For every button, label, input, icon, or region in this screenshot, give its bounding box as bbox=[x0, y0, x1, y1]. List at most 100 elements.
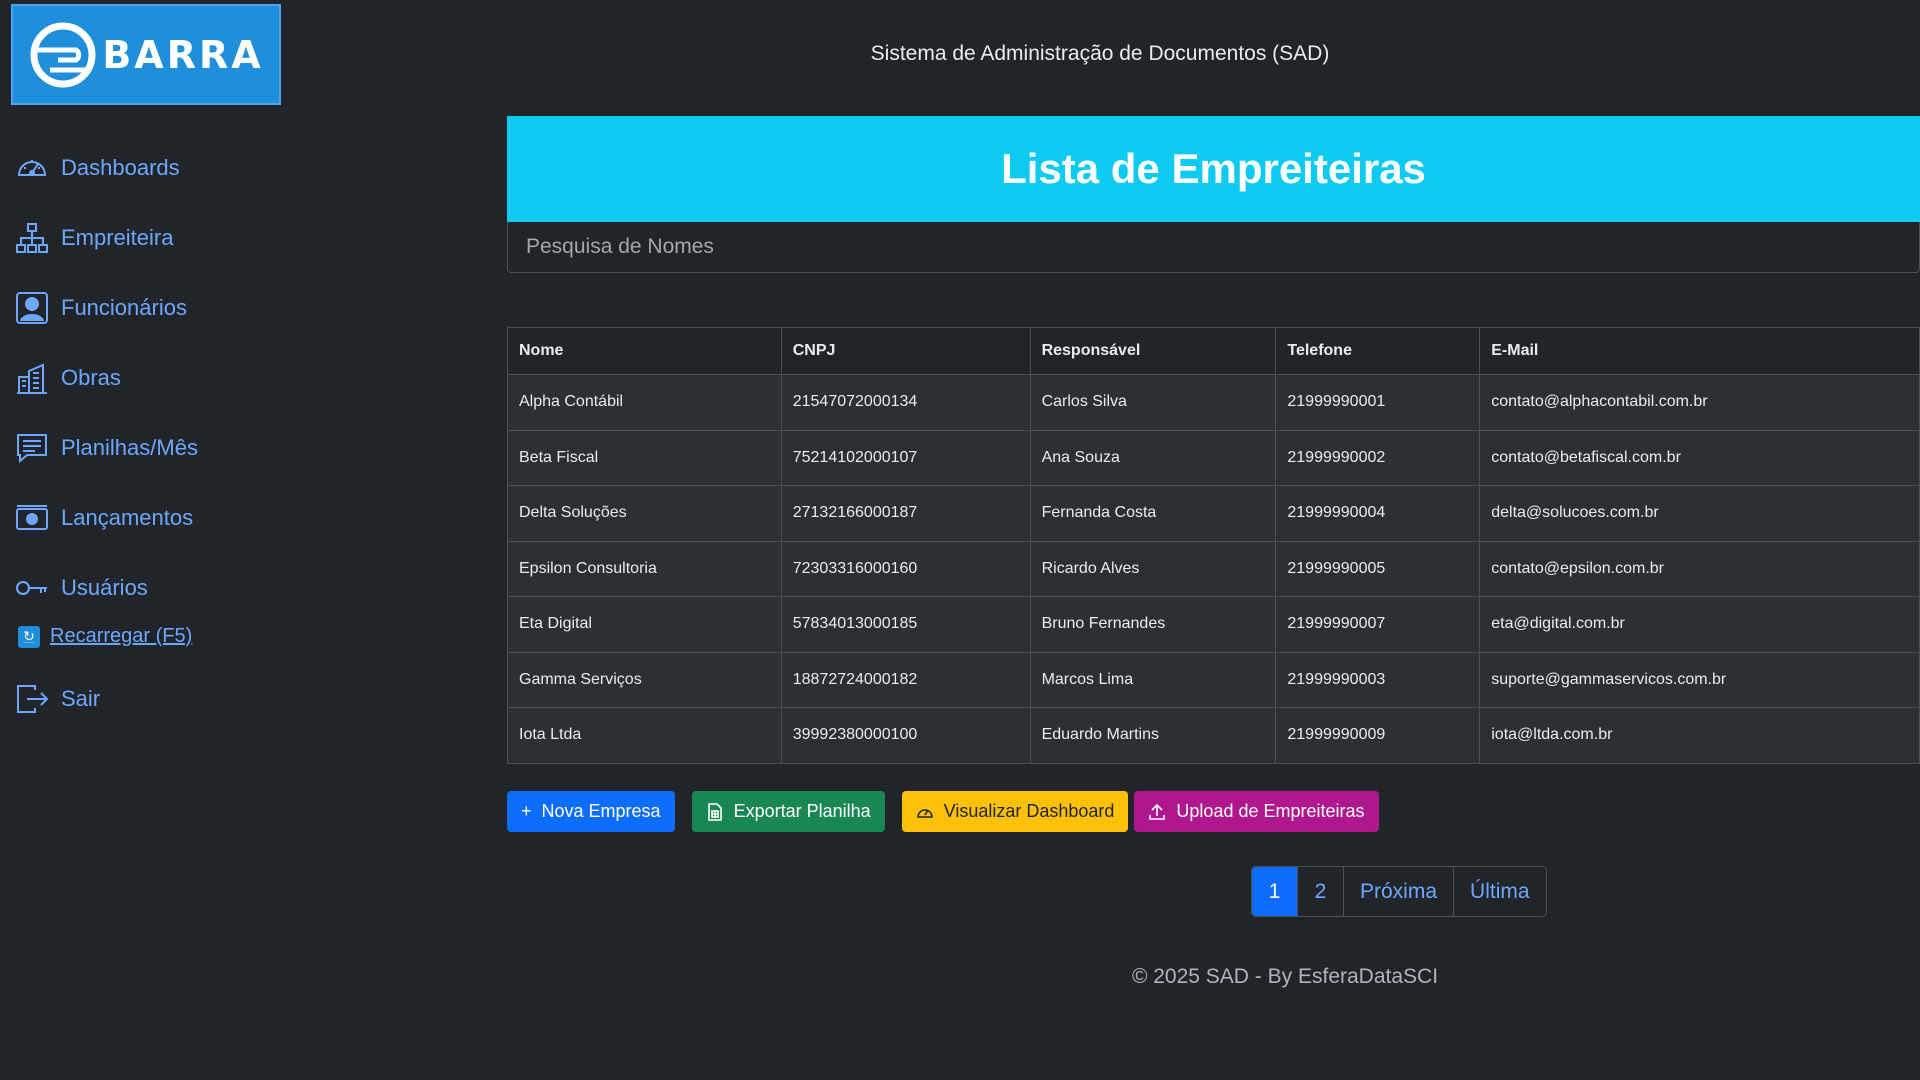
cell-email: contato@betafiscal.com.br bbox=[1479, 429, 1920, 486]
table-row[interactable]: Delta Soluções 27132166000187 Fernanda C… bbox=[507, 485, 1920, 542]
cell-cnpj: 27132166000187 bbox=[780, 485, 1031, 542]
cell-cnpj: 18872724000182 bbox=[780, 651, 1031, 708]
sidebar-item-funcionarios[interactable]: Funcionários bbox=[15, 290, 187, 326]
dashboard-label: Visualizar Dashboard bbox=[943, 801, 1115, 821]
reload-link[interactable]: ↻ Recarregar (F5) bbox=[18, 625, 192, 648]
cell-responsavel: Fernanda Costa bbox=[1029, 485, 1277, 542]
cell-nome: Delta Soluções bbox=[507, 485, 782, 542]
cell-email: contato@epsilon.com.br bbox=[1479, 540, 1920, 597]
cell-email: suporte@gammaservicos.com.br bbox=[1479, 651, 1920, 708]
sidebar-item-sair[interactable]: Sair bbox=[15, 681, 100, 717]
sidebar-item-dashboards[interactable]: Dashboards bbox=[15, 150, 180, 186]
logo-mark-icon bbox=[30, 22, 96, 87]
table-row[interactable]: Beta Fiscal 75214102000107 Ana Souza 219… bbox=[507, 429, 1920, 486]
cell-responsavel: Ana Souza bbox=[1029, 429, 1277, 486]
cell-telefone: 21999990005 bbox=[1275, 540, 1481, 597]
cell-cnpj: 57834013000185 bbox=[780, 596, 1031, 653]
column-header-email[interactable]: E-Mail bbox=[1479, 327, 1920, 375]
cell-responsavel: Bruno Fernandes bbox=[1029, 596, 1277, 653]
table-row[interactable]: Epsilon Consultoria 72303316000160 Ricar… bbox=[507, 540, 1920, 597]
plus-icon: + bbox=[521, 801, 532, 821]
cell-cnpj: 21547072000134 bbox=[780, 374, 1031, 431]
table-row[interactable]: Alpha Contábil 21547072000134 Carlos Sil… bbox=[507, 374, 1920, 431]
sidebar-item-label: Funcionários bbox=[61, 295, 187, 320]
person-icon bbox=[16, 292, 48, 324]
upload-label: Upload de Empreiteiras bbox=[1176, 801, 1365, 821]
new-company-label: Nova Empresa bbox=[541, 801, 661, 821]
org-chart-icon bbox=[16, 223, 48, 253]
refresh-icon: ↻ bbox=[18, 625, 40, 648]
contractors-table: Nome CNPJ Responsável Telefone E-Mail Al… bbox=[507, 327, 1920, 764]
page-1-button[interactable]: 1 bbox=[1252, 867, 1298, 916]
spreadsheet-file-icon bbox=[707, 802, 722, 821]
sidebar-item-label: Obras bbox=[61, 365, 121, 390]
logo[interactable]: BARRA bbox=[11, 4, 281, 105]
sidebar-item-obras[interactable]: Obras bbox=[15, 360, 121, 396]
key-icon bbox=[16, 581, 47, 595]
cell-telefone: 21999990007 bbox=[1275, 596, 1481, 653]
cell-cnpj: 39992380000100 bbox=[780, 707, 1031, 764]
main-content: Lista de Empreiteiras Nome CNPJ Responsá… bbox=[507, 116, 1920, 917]
column-header-responsavel[interactable]: Responsável bbox=[1029, 327, 1277, 375]
cell-nome: Beta Fiscal bbox=[507, 429, 782, 486]
sidebar-item-label: Planilhas/Mês bbox=[61, 435, 198, 460]
export-spreadsheet-button[interactable]: Exportar Planilha bbox=[691, 791, 885, 832]
cell-email: delta@solucoes.com.br bbox=[1479, 485, 1920, 542]
buildings-icon bbox=[17, 363, 47, 394]
sidebar-item-label: Lançamentos bbox=[61, 505, 194, 530]
cell-responsavel: Carlos Silva bbox=[1029, 374, 1277, 431]
last-page-button[interactable]: Última bbox=[1454, 867, 1546, 916]
pagination: 1 2 Próxima Última bbox=[1251, 866, 1547, 917]
table-row[interactable]: Eta Digital 57834013000185 Bruno Fernand… bbox=[507, 596, 1920, 653]
cell-telefone: 21999990003 bbox=[1275, 651, 1481, 708]
sidebar-item-planilhas[interactable]: Planilhas/Mês bbox=[15, 430, 198, 466]
export-label: Exportar Planilha bbox=[733, 801, 871, 821]
footer-text: © 2025 SAD - By EsferaDataSCI bbox=[1131, 965, 1439, 988]
new-company-button[interactable]: + Nova Empresa bbox=[507, 791, 675, 832]
cell-nome: Iota Ltda bbox=[507, 707, 782, 764]
search-input[interactable] bbox=[507, 222, 1920, 273]
page-2-button[interactable]: 2 bbox=[1298, 867, 1344, 916]
column-header-cnpj[interactable]: CNPJ bbox=[780, 327, 1031, 375]
table-header-row: Nome CNPJ Responsável Telefone E-Mail bbox=[507, 327, 1920, 375]
cash-icon bbox=[16, 505, 48, 530]
sidebar-item-lancamentos[interactable]: Lançamentos bbox=[15, 500, 193, 536]
action-buttons: + Nova Empresa Exportar Planilha Visuali… bbox=[507, 791, 1379, 832]
cell-email: eta@digital.com.br bbox=[1479, 596, 1920, 653]
cell-nome: Epsilon Consultoria bbox=[507, 540, 782, 597]
cell-responsavel: Ricardo Alves bbox=[1029, 540, 1277, 597]
logout-icon bbox=[17, 685, 49, 713]
logout-label: Sair bbox=[61, 686, 101, 711]
next-page-button[interactable]: Próxima bbox=[1344, 867, 1455, 916]
cell-email: contato@alphacontabil.com.br bbox=[1479, 374, 1920, 431]
logo-text: BARRA bbox=[102, 32, 264, 77]
page-title: Lista de Empreiteiras bbox=[1001, 145, 1426, 192]
sidebar: BARRA Dashboards Empreiteira Funcionário… bbox=[0, 0, 480, 1080]
upload-contractors-button[interactable]: Upload de Empreiteiras bbox=[1134, 791, 1379, 832]
table-row[interactable]: Gamma Serviços 18872724000182 Marcos Lim… bbox=[507, 651, 1920, 708]
column-header-nome[interactable]: Nome bbox=[507, 327, 782, 375]
table-row[interactable]: Iota Ltda 39992380000100 Eduardo Martins… bbox=[507, 707, 1920, 764]
upload-icon bbox=[1149, 803, 1166, 820]
view-dashboard-button[interactable]: Visualizar Dashboard bbox=[901, 791, 1129, 832]
cell-telefone: 21999990001 bbox=[1275, 374, 1481, 431]
app-root: BARRA Dashboards Empreiteira Funcionário… bbox=[0, 0, 1920, 1080]
page-banner: Lista de Empreiteiras bbox=[507, 116, 1920, 222]
speedometer-icon bbox=[916, 808, 933, 818]
column-header-telefone[interactable]: Telefone bbox=[1275, 327, 1481, 375]
sidebar-item-usuarios[interactable]: Usuários bbox=[15, 570, 148, 606]
cell-nome: Alpha Contábil bbox=[507, 374, 782, 431]
sidebar-item-label: Empreiteira bbox=[61, 225, 174, 250]
cell-responsavel: Marcos Lima bbox=[1029, 651, 1277, 708]
cell-email: iota@ltda.com.br bbox=[1479, 707, 1920, 764]
cell-cnpj: 75214102000107 bbox=[780, 429, 1031, 486]
cell-nome: Gamma Serviços bbox=[507, 651, 782, 708]
reload-label: Recarregar (F5) bbox=[50, 625, 193, 647]
chat-lines-icon bbox=[17, 434, 47, 464]
sidebar-item-label: Usuários bbox=[61, 575, 148, 600]
speedometer-icon bbox=[17, 160, 47, 176]
cell-telefone: 21999990004 bbox=[1275, 485, 1481, 542]
sidebar-item-label: Dashboards bbox=[61, 155, 180, 180]
cell-responsavel: Eduardo Martins bbox=[1029, 707, 1277, 764]
sidebar-item-empreiteira[interactable]: Empreiteira bbox=[15, 220, 173, 256]
